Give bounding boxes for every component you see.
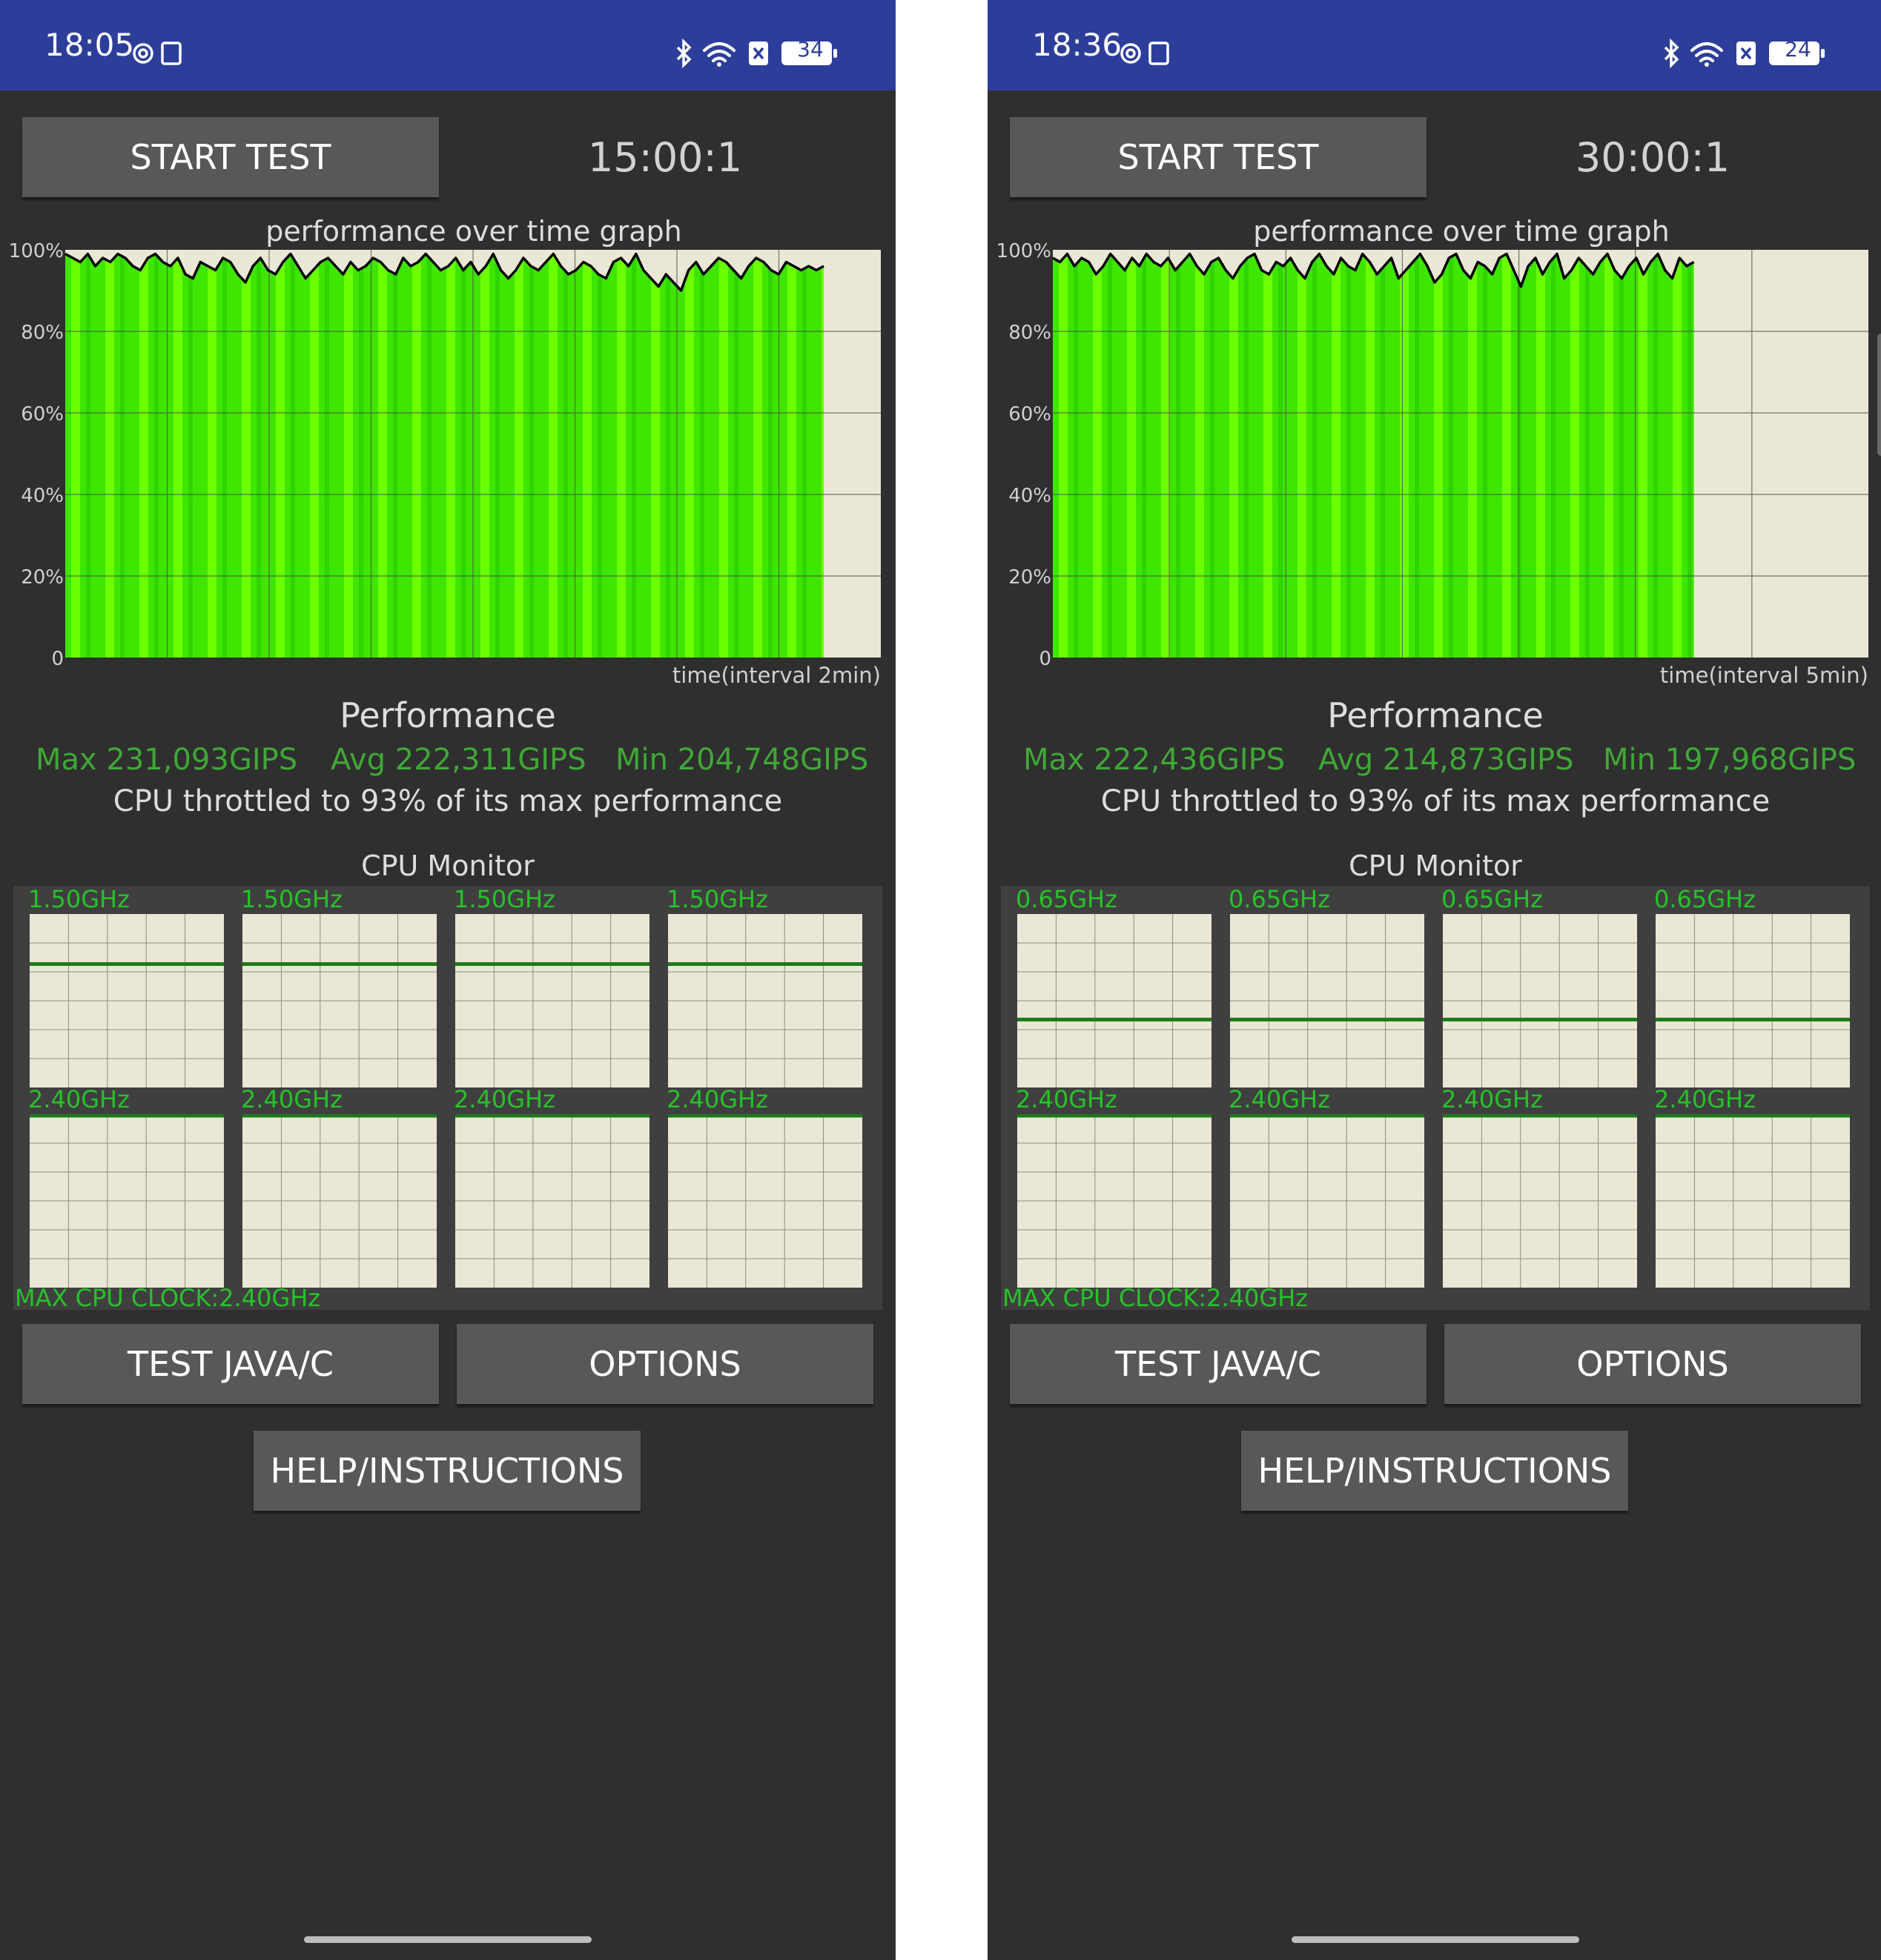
core-frequency-chart xyxy=(1230,1114,1424,1288)
core-frequency-chart xyxy=(30,914,224,1087)
home-indicator[interactable] xyxy=(304,1936,592,1943)
bluetooth-icon xyxy=(676,39,692,68)
performance-title: Performance xyxy=(1327,695,1544,735)
y-tick-label: 60% xyxy=(21,403,64,426)
status-time: 18:05 xyxy=(44,27,135,63)
cpu-monitor-title: CPU Monitor xyxy=(361,850,535,882)
cpu-monitor-title: CPU Monitor xyxy=(1349,850,1522,882)
y-tick-label: 40% xyxy=(21,485,64,507)
core-frequency-label: 2.40GHz xyxy=(28,1085,130,1113)
core-frequency-chart xyxy=(1443,1114,1637,1288)
performance-title: Performance xyxy=(340,695,556,735)
core-frequency-chart xyxy=(668,1114,862,1288)
help-instructions-button[interactable]: HELP/INSTRUCTIONS xyxy=(254,1431,641,1511)
core-frequency-label: 2.40GHz xyxy=(1441,1085,1543,1113)
performance-area xyxy=(65,254,824,658)
core-frequency-label: 2.40GHz xyxy=(667,1085,768,1113)
core-frequency-chart xyxy=(1017,914,1211,1087)
core-frequency-label: 0.65GHz xyxy=(1654,885,1756,913)
phone-screen-left: 18:05 34 START TEST 15:00:1 performance … xyxy=(0,0,896,1960)
y-tick-label: 20% xyxy=(1008,566,1051,589)
core-frequency-chart xyxy=(1017,1114,1211,1288)
min-gips: Min 197,968GIPS xyxy=(1603,743,1857,777)
core-frequency-chart xyxy=(1230,914,1424,1087)
core-frequency-chart xyxy=(455,914,649,1087)
screen-record-icon xyxy=(161,42,182,65)
sim-x-icon xyxy=(749,42,768,65)
y-tick-label: 80% xyxy=(1008,322,1051,344)
help-instructions-button[interactable]: HELP/INSTRUCTIONS xyxy=(1241,1431,1628,1511)
core-frequency-label: 0.65GHz xyxy=(1016,885,1117,913)
avg-gips: Avg 214,873GIPS xyxy=(1318,743,1574,777)
phone-screen-right: 18:36 24 START TEST 30:00:1 performance … xyxy=(988,0,1881,1960)
core-frequency-label: 2.40GHz xyxy=(454,1085,555,1113)
y-tick-label: 100% xyxy=(9,240,64,262)
sim-x-icon xyxy=(1736,42,1756,65)
max-gips: Max 231,093GIPS xyxy=(36,743,298,777)
status-bar: 18:36 24 xyxy=(988,0,1881,90)
bluetooth-icon xyxy=(1664,39,1679,68)
y-tick-label: 60% xyxy=(1008,403,1051,426)
wifi-icon xyxy=(703,42,735,62)
min-gips: Min 204,748GIPS xyxy=(615,743,869,777)
core-frequency-chart xyxy=(30,1114,224,1288)
test-duration: 15:00:1 xyxy=(587,133,743,181)
core-frequency-label: 1.50GHz xyxy=(667,885,768,913)
core-frequency-label: 2.40GHz xyxy=(1229,1085,1330,1113)
cpu-monitor-panel: MAX CPU CLOCK:2.40GHz 1.50GHz 1.50GHz 1.50… xyxy=(13,886,882,1310)
settings-icon xyxy=(133,43,153,64)
wifi-icon xyxy=(1690,42,1723,62)
y-tick-label: 0 xyxy=(1039,648,1051,670)
scrollbar-handle[interactable] xyxy=(1877,334,1881,456)
y-tick-label: 0 xyxy=(51,648,64,670)
status-time: 18:36 xyxy=(1032,27,1123,63)
test-duration: 30:00:1 xyxy=(1575,133,1730,181)
core-frequency-label: 2.40GHz xyxy=(241,1085,343,1113)
settings-icon xyxy=(1120,43,1141,64)
test-java-c-button[interactable]: TEST JAVA/C xyxy=(22,1324,439,1404)
cpu-monitor-panel: MAX CPU CLOCK:2.40GHz 0.65GHz 0.65GHz 0.65… xyxy=(1001,886,1870,1310)
x-axis-label: time(interval 5min) xyxy=(1660,663,1868,688)
core-frequency-label: 0.65GHz xyxy=(1441,885,1543,913)
avg-gips: Avg 222,311GIPS xyxy=(331,743,586,777)
battery-level: 24 xyxy=(1785,37,1811,62)
performance-area xyxy=(1053,254,1694,658)
core-frequency-label: 2.40GHz xyxy=(1654,1085,1756,1113)
core-frequency-chart xyxy=(242,914,437,1087)
core-frequency-chart xyxy=(242,1114,437,1288)
core-frequency-chart xyxy=(455,1114,649,1288)
options-button[interactable]: OPTIONS xyxy=(457,1324,873,1404)
max-cpu-clock: MAX CPU CLOCK:2.40GHz xyxy=(1002,1284,1309,1312)
max-gips: Max 222,436GIPS xyxy=(1023,743,1286,777)
core-frequency-label: 2.40GHz xyxy=(1016,1085,1117,1113)
core-frequency-chart xyxy=(1656,1114,1850,1288)
core-frequency-label: 1.50GHz xyxy=(454,885,555,913)
screen-record-icon xyxy=(1148,42,1169,65)
start-test-button[interactable]: START TEST xyxy=(22,117,439,197)
core-frequency-chart xyxy=(668,914,862,1087)
start-test-button[interactable]: START TEST xyxy=(1010,117,1427,197)
core-frequency-chart xyxy=(1443,914,1637,1087)
test-java-c-button[interactable]: TEST JAVA/C xyxy=(1010,1324,1427,1404)
status-bar: 18:05 34 xyxy=(0,0,896,90)
core-frequency-label: 0.65GHz xyxy=(1229,885,1330,913)
x-axis-label: time(interval 2min) xyxy=(672,663,881,688)
performance-graph: 100% 80% 60% 40% 20% 0 time(interval 2min) xyxy=(9,240,881,688)
battery-level: 34 xyxy=(797,37,824,62)
options-button[interactable]: OPTIONS xyxy=(1444,1324,1861,1404)
home-indicator[interactable] xyxy=(1292,1936,1579,1943)
core-frequency-chart xyxy=(1656,914,1850,1087)
y-tick-label: 20% xyxy=(21,566,64,589)
core-frequency-label: 1.50GHz xyxy=(28,885,130,913)
core-frequency-label: 1.50GHz xyxy=(241,885,343,913)
throttle-text: CPU throttled to 93% of its max performa… xyxy=(1100,784,1771,818)
max-cpu-clock: MAX CPU CLOCK:2.40GHz xyxy=(15,1284,321,1312)
y-tick-label: 100% xyxy=(996,240,1051,262)
y-tick-label: 80% xyxy=(21,322,64,344)
throttle-text: CPU throttled to 93% of its max performa… xyxy=(113,784,783,818)
performance-graph: 100% 80% 60% 40% 20% 0 time(interval 5min) xyxy=(996,240,1868,688)
y-tick-label: 40% xyxy=(1008,485,1051,507)
